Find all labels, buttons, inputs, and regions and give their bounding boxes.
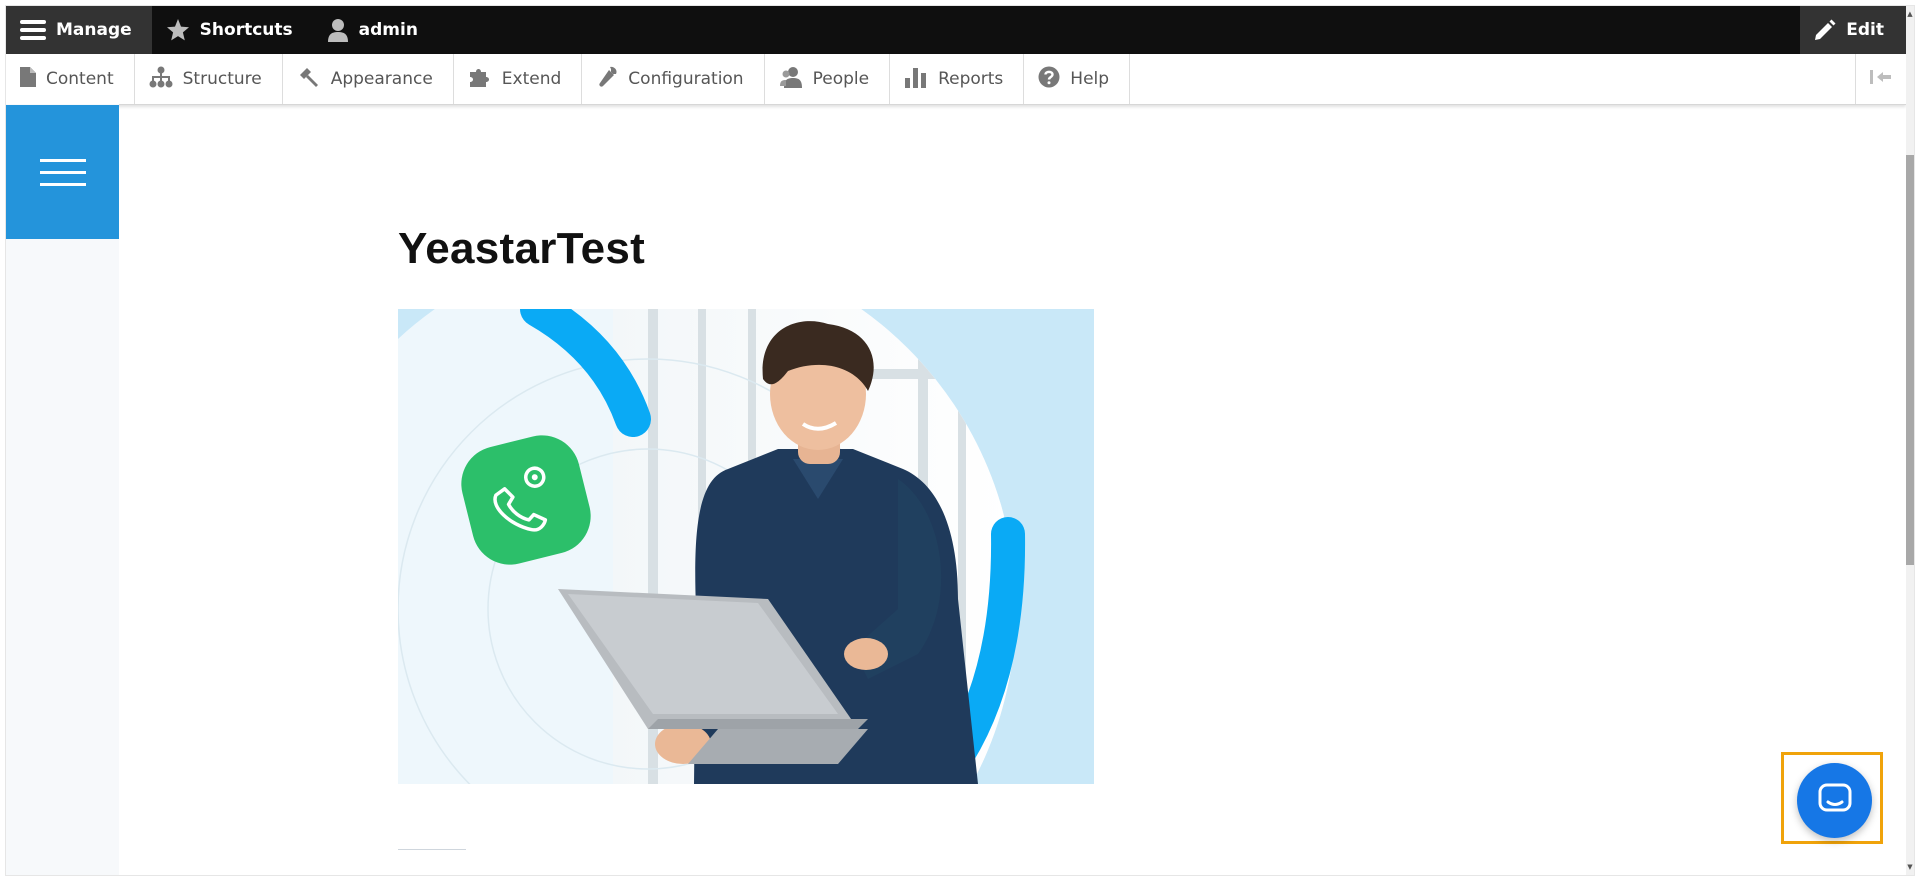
shortcuts-button[interactable]: Shortcuts xyxy=(152,6,313,54)
shortcuts-label: Shortcuts xyxy=(199,20,293,40)
page-title: YeastarTest xyxy=(398,224,646,273)
tray-item-people[interactable]: People xyxy=(765,54,891,104)
content-divider xyxy=(398,849,466,850)
browser-viewport: Manage Shortcuts admin Edit Content Stru… xyxy=(6,6,1914,875)
tray-item-label: Help xyxy=(1070,69,1110,89)
star-icon xyxy=(166,18,190,42)
scroll-down-icon[interactable]: ▼ xyxy=(1906,863,1914,871)
tray-item-structure[interactable]: Structure xyxy=(135,54,283,104)
scrollbar-thumb[interactable] xyxy=(1906,155,1914,565)
page-scrollbar[interactable]: ▲ ▼ xyxy=(1906,6,1914,875)
tray-item-content[interactable]: Content xyxy=(6,54,135,104)
manage-label: Manage xyxy=(56,20,132,40)
tray-item-appearance[interactable]: Appearance xyxy=(283,54,454,104)
pencil-icon xyxy=(1814,19,1836,41)
hamburger-icon xyxy=(20,19,46,41)
hero-image xyxy=(398,309,1094,784)
paint-icon xyxy=(297,66,321,93)
tray-item-label: Content xyxy=(46,69,114,89)
tray-item-configuration[interactable]: Configuration xyxy=(582,54,765,104)
admin-toolbar: Manage Shortcuts admin Edit xyxy=(6,6,1906,54)
tray-item-label: People xyxy=(812,69,870,89)
edit-button[interactable]: Edit xyxy=(1800,6,1906,54)
people-icon xyxy=(779,66,803,93)
manage-button[interactable]: Manage xyxy=(6,6,152,54)
hamburger-menu-icon xyxy=(39,150,86,195)
file-icon xyxy=(20,66,36,92)
tray-item-label: Extend xyxy=(501,69,562,89)
menu-toggle-button[interactable] xyxy=(6,105,119,239)
user-label: admin xyxy=(358,20,418,40)
tray-item-label: Structure xyxy=(182,69,262,89)
bar-chart-icon xyxy=(904,66,928,93)
chat-launcher-button[interactable] xyxy=(1797,763,1872,838)
collapse-arrow-icon xyxy=(1869,68,1893,90)
tray-item-help[interactable]: Help xyxy=(1024,54,1131,104)
sitemap-icon xyxy=(149,66,173,93)
tray-item-label: Appearance xyxy=(330,69,433,89)
puzzle-icon xyxy=(468,66,492,93)
tray-item-reports[interactable]: Reports xyxy=(890,54,1025,104)
user-button[interactable]: admin xyxy=(313,6,438,54)
chat-bubble-icon xyxy=(1817,782,1853,820)
scroll-up-icon[interactable]: ▲ xyxy=(1906,10,1914,18)
tray-item-label: Reports xyxy=(938,69,1004,89)
wrench-icon xyxy=(596,66,618,93)
collapse-tray-button[interactable] xyxy=(1855,54,1906,104)
tray-item-extend[interactable]: Extend xyxy=(454,54,583,104)
user-icon xyxy=(327,18,349,42)
help-icon xyxy=(1038,66,1060,93)
admin-tray: Content Structure Appearance Extend Conf… xyxy=(6,54,1906,105)
tray-item-label: Configuration xyxy=(628,69,744,89)
edit-label: Edit xyxy=(1846,20,1884,40)
